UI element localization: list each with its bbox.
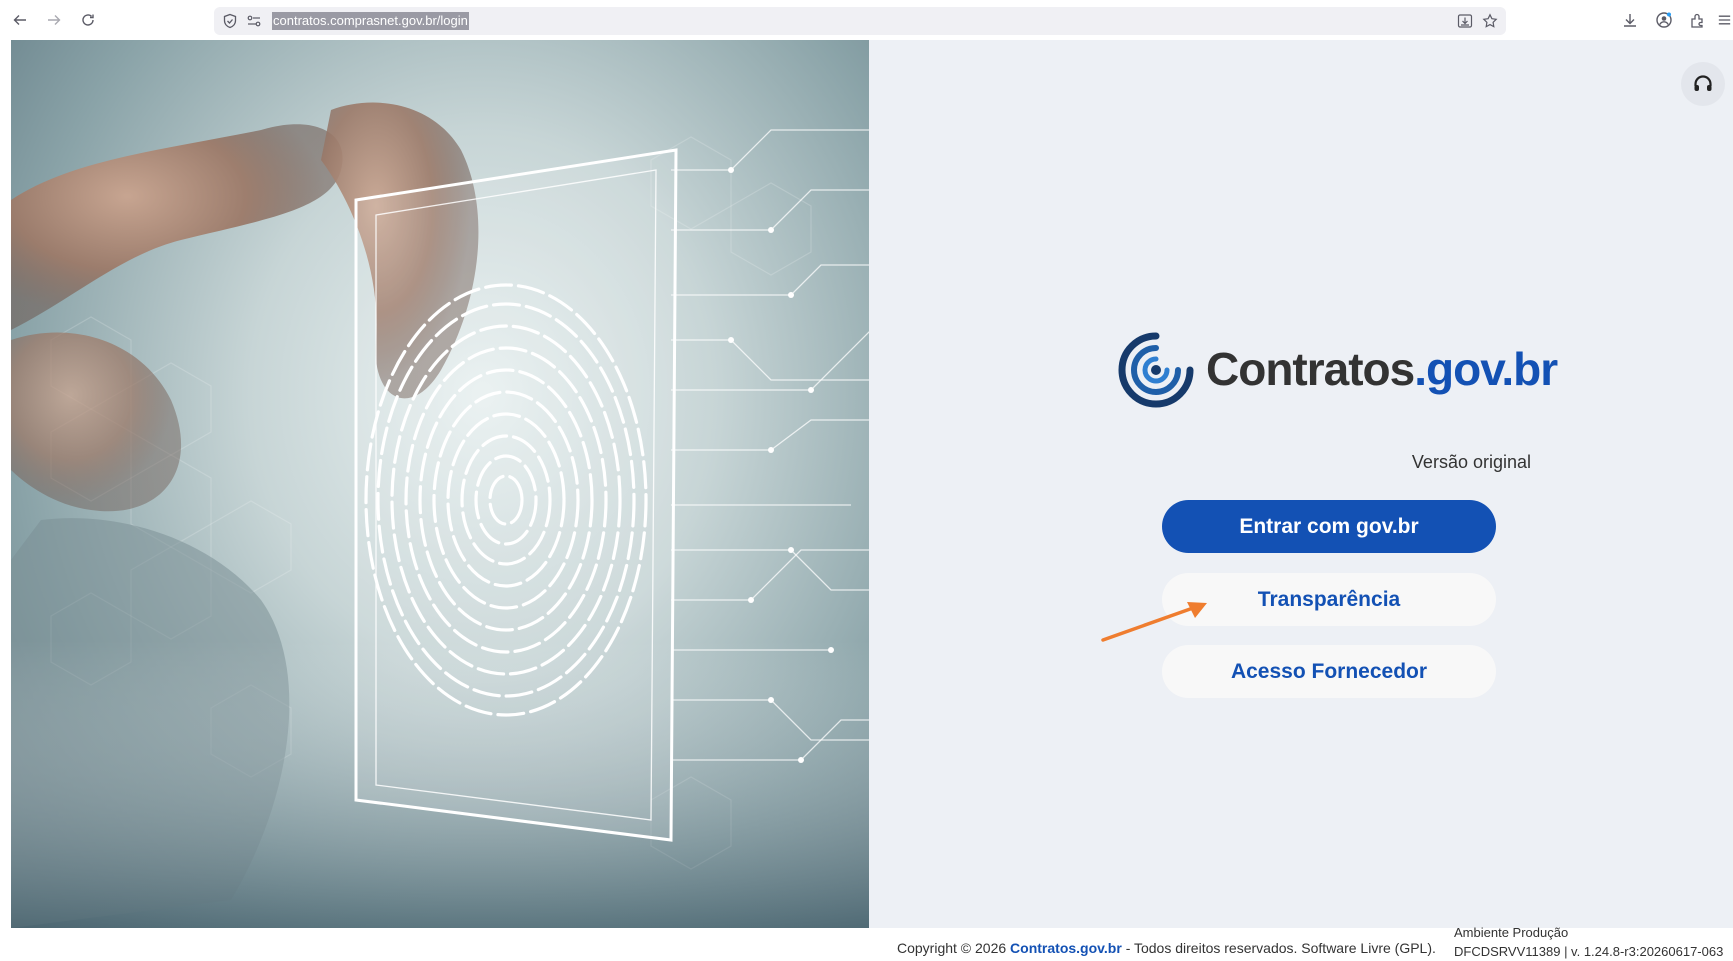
support-button[interactable] bbox=[1681, 62, 1725, 106]
headset-icon bbox=[1694, 75, 1712, 91]
environment-label: Ambiente Produção bbox=[1454, 925, 1569, 940]
bookmark-star-icon[interactable] bbox=[1482, 13, 1498, 29]
footer-brand-link[interactable]: Contratos.gov.br bbox=[1010, 940, 1122, 956]
environment-info: Ambiente Produção DFCDSRVV11389 | v. 1.2… bbox=[1454, 923, 1723, 961]
url-text[interactable]: contratos.comprasnet.gov.br/login bbox=[272, 12, 469, 30]
login-govbr-button[interactable]: Entrar com gov.br bbox=[1162, 500, 1496, 553]
copyright-suffix: - Todos direitos reservados. Software Li… bbox=[1125, 940, 1436, 956]
site-permissions-icon[interactable] bbox=[246, 13, 262, 29]
url-bar[interactable]: contratos.comprasnet.gov.br/login bbox=[214, 7, 1506, 35]
shield-icon[interactable] bbox=[222, 13, 238, 29]
supplier-access-button[interactable]: Acesso Fornecedor bbox=[1162, 645, 1496, 698]
extensions-icon[interactable] bbox=[1688, 10, 1708, 30]
brand-name: Contratos.gov.br bbox=[1206, 342, 1558, 396]
transparency-button[interactable]: Transparência bbox=[1162, 573, 1496, 626]
version-label: Versão original bbox=[1411, 452, 1531, 472]
brand-name-main: Contratos bbox=[1206, 343, 1415, 395]
fingerprint-illustration bbox=[11, 102, 869, 928]
forward-icon[interactable] bbox=[42, 8, 66, 32]
contratos-logo: Contratos.gov.br bbox=[1116, 330, 1558, 420]
downloads-icon[interactable] bbox=[1620, 10, 1640, 30]
install-app-icon[interactable] bbox=[1457, 13, 1473, 29]
annotation-arrow bbox=[1101, 602, 1207, 642]
footer-copyright: Copyright © 2026 Contratos.gov.br - Todo… bbox=[897, 940, 1436, 956]
contratos-logo-icon bbox=[1118, 332, 1194, 408]
account-icon[interactable] bbox=[1654, 10, 1674, 30]
menu-icon[interactable] bbox=[1716, 10, 1733, 30]
brand-name-suffix: .gov.br bbox=[1414, 343, 1558, 395]
build-version: DFCDSRVV11389 | v. 1.24.8-r3:20260617-06… bbox=[1454, 944, 1724, 959]
hero-fingerprint-image bbox=[11, 40, 869, 928]
reload-icon[interactable] bbox=[76, 8, 100, 32]
copyright-prefix: Copyright © 2026 bbox=[897, 940, 1007, 956]
login-page: Contratos.gov.br Versão original Entrar … bbox=[11, 40, 1733, 959]
browser-toolbar: contratos.comprasnet.gov.br/login bbox=[0, 0, 1733, 40]
back-icon[interactable] bbox=[8, 8, 32, 32]
